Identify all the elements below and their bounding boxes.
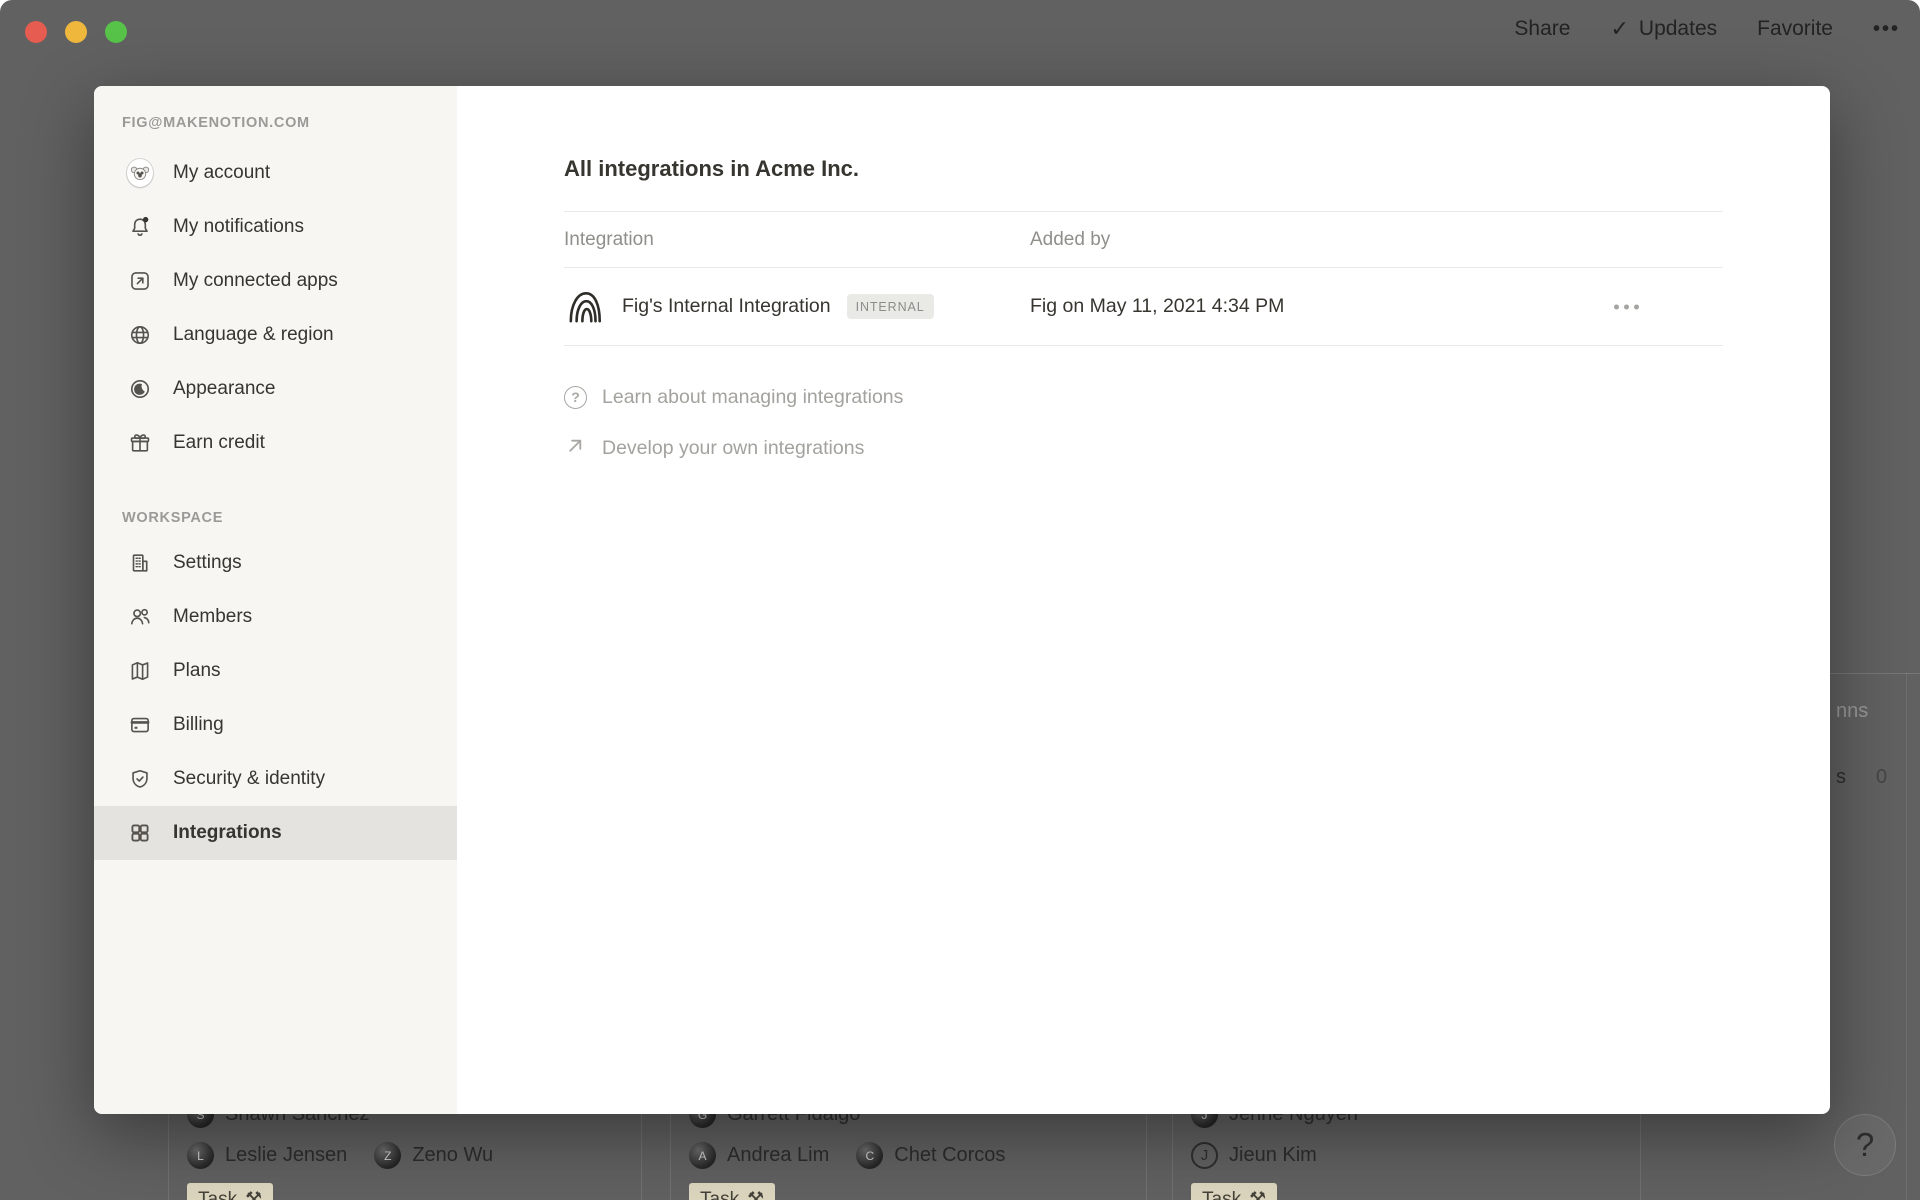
- table-row[interactable]: Fig's Internal Integration INTERNAL Fig …: [564, 268, 1723, 346]
- map-icon: [127, 658, 153, 684]
- account-email: FIG@MAKENOTION.COM: [94, 110, 457, 136]
- sidebar-item-label: My account: [173, 162, 270, 184]
- background-person-row: L Leslie Jensen Z Zeno Wu: [187, 1142, 509, 1169]
- avatar: Z: [374, 1142, 401, 1169]
- more-options-icon[interactable]: •••: [1873, 18, 1900, 41]
- task-tag-label: Task: [700, 1189, 739, 1200]
- sidebar-item-security-identity[interactable]: Security & identity: [94, 752, 457, 806]
- sidebar-item-label: My notifications: [173, 216, 304, 238]
- updates-label: Updates: [1639, 17, 1717, 41]
- sidebar-item-billing[interactable]: Billing: [94, 698, 457, 752]
- hammer-icon: ⚒: [747, 1188, 764, 1200]
- task-tag: Task ⚒: [187, 1183, 273, 1200]
- task-tag-label: Task: [198, 1189, 237, 1200]
- background-text-fragment: nns: [1836, 700, 1868, 723]
- zoom-window-icon[interactable]: [105, 21, 127, 43]
- person-name: Chet Corcos: [894, 1144, 1005, 1167]
- background-divider: [1906, 673, 1907, 1200]
- check-icon: ✓: [1610, 16, 1628, 42]
- shield-check-icon: [127, 766, 153, 792]
- close-window-icon[interactable]: [25, 21, 47, 43]
- sidebar-item-my-notifications[interactable]: My notifications: [94, 200, 457, 254]
- sidebar-item-label: My connected apps: [173, 270, 338, 292]
- sidebar-item-language-region[interactable]: Language & region: [94, 308, 457, 362]
- person-name: Leslie Jensen: [225, 1144, 347, 1167]
- sidebar-item-my-connected-apps[interactable]: My connected apps: [94, 254, 457, 308]
- minimize-window-icon[interactable]: [65, 21, 87, 43]
- fragment-value: 0: [1876, 766, 1887, 789]
- sidebar-item-label: Members: [173, 606, 252, 628]
- sidebar-item-label: Settings: [173, 552, 242, 574]
- link-label: Develop your own integrations: [602, 437, 864, 460]
- hammer-icon: ⚒: [245, 1188, 262, 1200]
- column-added-by: Added by: [1030, 229, 1110, 251]
- internal-badge: INTERNAL: [847, 294, 934, 319]
- learn-integrations-link[interactable]: ? Learn about managing integrations: [564, 375, 903, 419]
- credit-card-icon: [127, 712, 153, 738]
- task-tag: Task ⚒: [1191, 1183, 1277, 1200]
- avatar: L: [187, 1142, 214, 1169]
- account-avatar-icon: [127, 160, 153, 186]
- hammer-icon: ⚒: [1249, 1188, 1266, 1200]
- background-text-fragment: s 0: [1836, 766, 1887, 789]
- column-integration: Integration: [564, 229, 1030, 251]
- table-header: Integration Added by: [564, 212, 1723, 268]
- person-name: Jieun Kim: [1229, 1144, 1317, 1167]
- bell-icon: [127, 214, 153, 240]
- titlebar-actions: Share ✓ Updates Favorite •••: [1514, 0, 1900, 58]
- workspace-section-header: WORKSPACE: [94, 506, 457, 530]
- arrow-up-right-box-icon: [127, 268, 153, 294]
- sidebar-item-plans[interactable]: Plans: [94, 644, 457, 698]
- added-by-value: Fig on May 11, 2021 4:34 PM: [1030, 295, 1284, 318]
- question-circle-icon: ?: [564, 386, 587, 409]
- sidebar-item-settings[interactable]: Settings: [94, 536, 457, 590]
- background-person-row: J Jieun Kim: [1191, 1142, 1333, 1169]
- integration-name: Fig's Internal Integration: [622, 295, 831, 318]
- sidebar-item-label: Security & identity: [173, 768, 325, 790]
- arrow-up-right-icon: [564, 434, 587, 463]
- person-name: Andrea Lim: [727, 1144, 829, 1167]
- sidebar-item-label: Earn credit: [173, 432, 265, 454]
- sidebar-item-label: Integrations: [173, 822, 282, 844]
- link-label: Learn about managing integrations: [602, 386, 903, 409]
- sidebar-item-label: Language & region: [173, 324, 334, 346]
- sidebar-item-label: Billing: [173, 714, 224, 736]
- background-person-row: A Andrea Lim C Chet Corcos: [689, 1142, 1021, 1169]
- window-controls: [25, 21, 127, 43]
- sidebar-item-label: Appearance: [173, 378, 275, 400]
- avatar: C: [856, 1142, 883, 1169]
- sidebar-item-label: Plans: [173, 660, 221, 682]
- sidebar-item-my-account[interactable]: My account: [94, 146, 457, 200]
- task-tag: Task ⚒: [689, 1183, 775, 1200]
- person-name: Zeno Wu: [412, 1144, 493, 1167]
- row-more-menu-icon[interactable]: [1608, 298, 1645, 315]
- develop-integrations-link[interactable]: Develop your own integrations: [564, 426, 864, 470]
- building-icon: [127, 550, 153, 576]
- fragment-label: s: [1836, 766, 1846, 789]
- fig-logo-icon: [564, 286, 606, 328]
- gift-icon: [127, 430, 153, 456]
- avatar: A: [689, 1142, 716, 1169]
- footer-links: ? Learn about managing integrations Deve…: [564, 375, 1830, 470]
- page-title: All integrations in Acme Inc.: [564, 156, 1830, 182]
- task-tag-label: Task: [1202, 1189, 1241, 1200]
- moon-icon: [127, 376, 153, 402]
- share-button[interactable]: Share: [1514, 17, 1570, 41]
- globe-icon: [127, 322, 153, 348]
- updates-button[interactable]: ✓ Updates: [1610, 16, 1717, 42]
- integrations-table: Integration Added by Fig's Internal Inte…: [564, 211, 1723, 346]
- avatar: J: [1191, 1142, 1218, 1169]
- sidebar-item-appearance[interactable]: Appearance: [94, 362, 457, 416]
- sidebar-item-integrations[interactable]: Integrations: [94, 806, 457, 860]
- app-window: Share ✓ Updates Favorite ••• S Shawn San…: [0, 0, 1920, 1200]
- sidebar-item-members[interactable]: Members: [94, 590, 457, 644]
- favorite-button[interactable]: Favorite: [1757, 17, 1833, 41]
- settings-sidebar: FIG@MAKENOTION.COM My accoun: [94, 86, 457, 1114]
- grid-icon: [127, 820, 153, 846]
- sidebar-item-earn-credit[interactable]: Earn credit: [94, 416, 457, 470]
- help-button[interactable]: ?: [1834, 1114, 1896, 1176]
- integrations-panel: All integrations in Acme Inc. Integratio…: [457, 86, 1830, 1114]
- settings-dialog: FIG@MAKENOTION.COM My accoun: [94, 86, 1830, 1114]
- people-icon: [127, 604, 153, 630]
